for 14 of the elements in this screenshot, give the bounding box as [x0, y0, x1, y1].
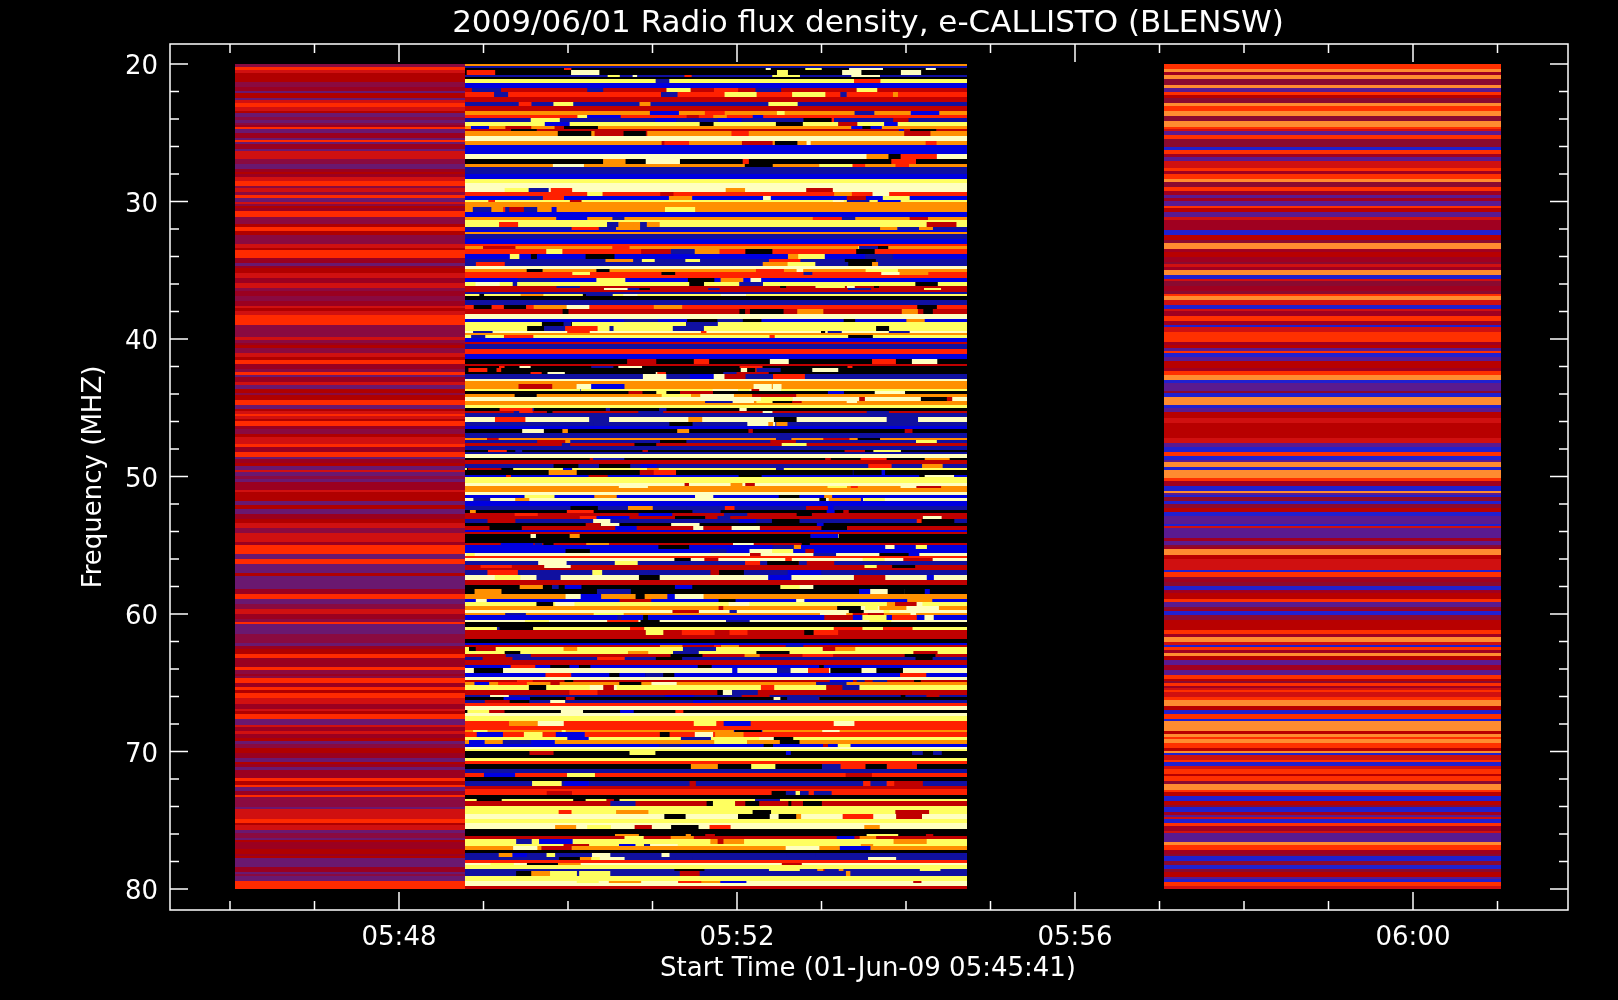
y-axis-title: Frequency (MHZ): [77, 365, 107, 589]
y-tick-label: 60: [124, 600, 158, 630]
x-tick-label: 06:00: [1375, 921, 1451, 951]
y-tick-label: 20: [124, 50, 158, 80]
y-tick-label: 50: [124, 462, 158, 493]
x-tick-label: 05:48: [361, 921, 437, 951]
x-tick-label: 05:52: [699, 921, 775, 951]
plot-title: 2009/06/01 Radio flux density, e-CALLISTO (BLENSW): [452, 3, 1284, 39]
y-tick-label: 70: [124, 737, 158, 768]
x-axis-title: Start Time (01-Jun-09 05:45:41): [660, 952, 1076, 982]
x-tick-label: 05:56: [1037, 921, 1113, 951]
y-tick-label: 40: [124, 325, 158, 355]
y-tick-label: 30: [124, 187, 158, 218]
y-tick-label: 80: [124, 875, 158, 905]
